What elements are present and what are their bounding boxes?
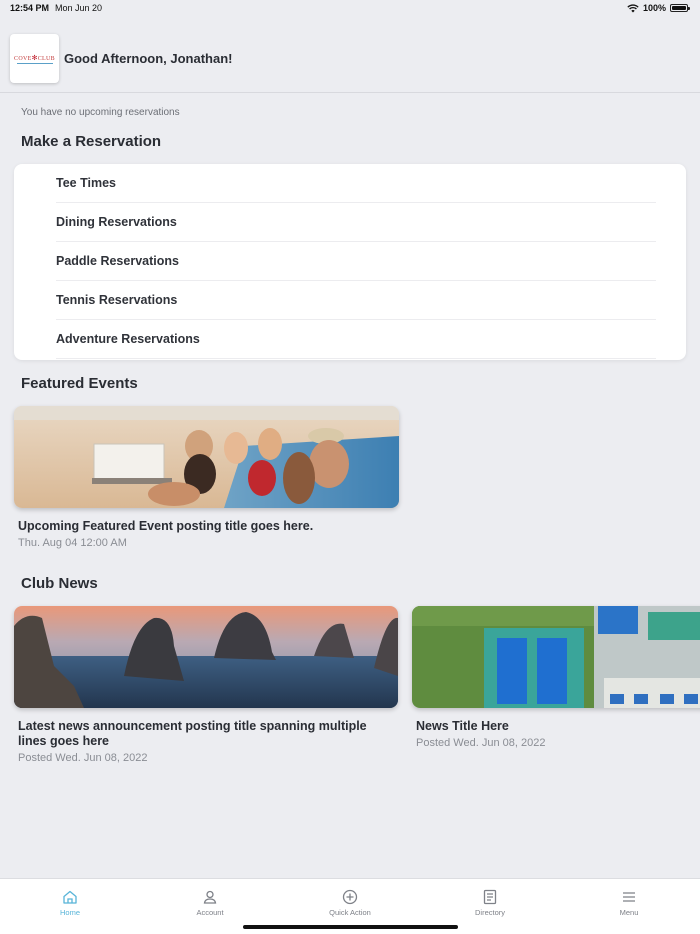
event-image (14, 406, 399, 508)
reservation-item-tee-times[interactable]: Tee Times (56, 164, 656, 203)
reservation-item-dining[interactable]: Dining Reservations (56, 203, 656, 242)
reservation-item-adventure[interactable]: Adventure Reservations (56, 320, 656, 359)
home-indicator[interactable] (243, 925, 458, 929)
news-title: Latest news announcement posting title s… (18, 719, 367, 748)
event-date: Thu. Aug 04 12:00 AM (18, 537, 127, 549)
battery-percent: 100% (642, 3, 666, 13)
event-title: Upcoming Featured Event posting title go… (18, 519, 314, 533)
news-date: Posted Wed. Jun 08, 2022 (18, 752, 148, 764)
person-icon (203, 890, 217, 904)
plus-circle-icon (342, 889, 358, 905)
status-date: Mon Jun 20 (55, 3, 103, 13)
reservation-item-tennis[interactable]: Tennis Reservations (56, 281, 656, 320)
header: COVE✻CLUB Good Afternoon, Jonathan! (0, 33, 700, 93)
news-card[interactable]: News Title Here Posted Wed. Jun 08, 2022 (412, 606, 700, 749)
news-title: News Title Here (416, 719, 509, 733)
wifi-icon (627, 3, 639, 12)
status-bar: 12:54 PM Mon Jun 20 100% (0, 0, 700, 18)
reservation-item-paddle[interactable]: Paddle Reservations (56, 242, 656, 281)
tab-account[interactable]: Account (170, 889, 250, 917)
club-logo[interactable]: COVE✻CLUB (10, 34, 59, 83)
directory-icon (483, 889, 497, 905)
reservation-list: Tee Times Dining Reservations Paddle Res… (14, 164, 686, 360)
featured-events-title: Featured Events (21, 375, 138, 392)
tab-home[interactable]: Home (30, 889, 110, 917)
tab-menu[interactable]: Menu (589, 889, 669, 917)
news-date: Posted Wed. Jun 08, 2022 (416, 737, 546, 749)
status-time: 12:54 PM (10, 3, 50, 13)
tab-directory[interactable]: Directory (450, 889, 530, 917)
news-image (412, 606, 700, 708)
news-card[interactable]: Latest news announcement posting title s… (14, 606, 398, 764)
reservations-status: You have no upcoming reservations (21, 107, 180, 118)
hamburger-icon (623, 892, 635, 902)
news-image (14, 606, 398, 708)
battery-icon (670, 4, 690, 12)
home-icon (63, 890, 77, 904)
greeting: Good Afternoon, Jonathan! (64, 51, 233, 66)
club-news-title: Club News (21, 575, 98, 592)
make-reservation-title: Make a Reservation (21, 133, 162, 150)
tab-quick-action[interactable]: Quick Action (310, 889, 390, 917)
featured-event-card[interactable]: Upcoming Featured Event posting title go… (14, 406, 399, 549)
